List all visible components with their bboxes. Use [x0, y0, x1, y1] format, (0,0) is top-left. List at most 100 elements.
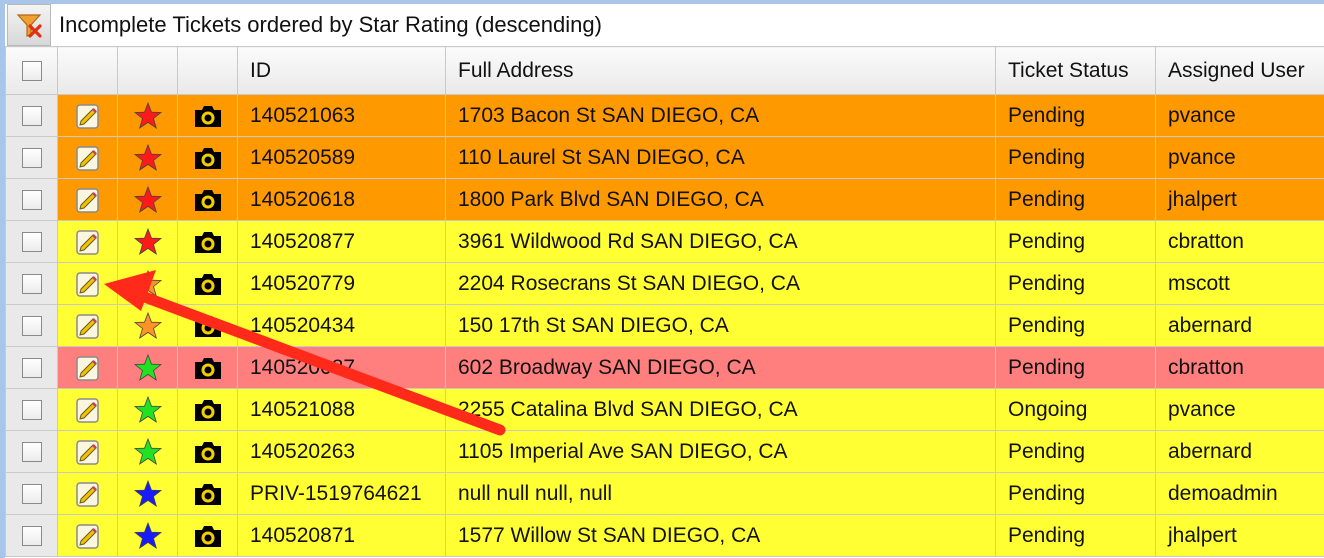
row-checkbox[interactable]: [21, 399, 42, 420]
rating-cell[interactable]: [117, 514, 178, 557]
ticket-status[interactable]: Pending: [995, 514, 1156, 557]
rating-column-header[interactable]: [117, 46, 178, 95]
table-row[interactable]: 140520871 1577 Willow St SAN DIEGO, CA Pen…: [5, 514, 1324, 557]
camera-icon[interactable]: [192, 396, 224, 424]
camera-icon[interactable]: [192, 480, 224, 508]
row-select-cell[interactable]: [5, 136, 58, 179]
photo-cell[interactable]: [177, 220, 238, 263]
table-row[interactable]: 140520087 602 Broadway SAN DIEGO, CA Pendi…: [5, 346, 1324, 389]
photo-cell[interactable]: [177, 388, 238, 431]
camera-icon[interactable]: [192, 186, 224, 214]
photo-cell[interactable]: [177, 94, 238, 137]
edit-cell[interactable]: [57, 514, 118, 557]
star-rating-icon[interactable]: [133, 185, 163, 215]
select-all-header[interactable]: [5, 46, 58, 95]
row-select-cell[interactable]: [5, 430, 58, 473]
photo-cell[interactable]: [177, 262, 238, 305]
ticket-status[interactable]: Pending: [995, 178, 1156, 221]
full-address[interactable]: 2255 Catalina Blvd SAN DIEGO, CA: [445, 388, 996, 431]
row-checkbox[interactable]: [21, 105, 42, 126]
full-address[interactable]: 110 Laurel St SAN DIEGO, CA: [445, 136, 996, 179]
assigned-user[interactable]: demoadmin: [1155, 472, 1324, 515]
row-select-cell[interactable]: [5, 304, 58, 347]
row-select-cell[interactable]: [5, 220, 58, 263]
edit-cell[interactable]: [57, 220, 118, 263]
assigned-user[interactable]: pvance: [1155, 388, 1324, 431]
ticket-status[interactable]: Pending: [995, 430, 1156, 473]
edit-note-icon[interactable]: [73, 269, 103, 299]
photo-cell[interactable]: [177, 472, 238, 515]
star-rating-icon[interactable]: [133, 143, 163, 173]
star-rating-icon[interactable]: [133, 101, 163, 131]
row-select-cell[interactable]: [5, 346, 58, 389]
photo-cell[interactable]: [177, 136, 238, 179]
full-address[interactable]: 1105 Imperial Ave SAN DIEGO, CA: [445, 430, 996, 473]
row-checkbox[interactable]: [21, 189, 42, 210]
camera-icon[interactable]: [192, 312, 224, 340]
row-checkbox[interactable]: [21, 483, 42, 504]
full-address[interactable]: null null null, null: [445, 472, 996, 515]
camera-icon[interactable]: [192, 144, 224, 172]
ticket-id[interactable]: PRIV-1519764621: [237, 472, 446, 515]
rating-cell[interactable]: [117, 388, 178, 431]
full-address[interactable]: 602 Broadway SAN DIEGO, CA: [445, 346, 996, 389]
photo-cell[interactable]: [177, 178, 238, 221]
ticket-status[interactable]: Pending: [995, 262, 1156, 305]
row-checkbox[interactable]: [21, 315, 42, 336]
star-rating-icon[interactable]: [133, 437, 163, 467]
ticket-id[interactable]: 140520877: [237, 220, 446, 263]
ticket-id[interactable]: 140521088: [237, 388, 446, 431]
full-address[interactable]: 3961 Wildwood Rd SAN DIEGO, CA: [445, 220, 996, 263]
ticket-id[interactable]: 140520263: [237, 430, 446, 473]
assigned-user[interactable]: cbratton: [1155, 346, 1324, 389]
camera-icon[interactable]: [192, 438, 224, 466]
ticket-id[interactable]: 140520087: [237, 346, 446, 389]
photo-column-header[interactable]: [177, 46, 238, 95]
assigned-user[interactable]: mscott: [1155, 262, 1324, 305]
rating-cell[interactable]: [117, 430, 178, 473]
table-row[interactable]: 140520779 2204 Rosecrans St SAN DIEGO, CA…: [5, 262, 1324, 305]
assigned-user[interactable]: abernard: [1155, 430, 1324, 473]
assigned-user[interactable]: cbratton: [1155, 220, 1324, 263]
camera-icon[interactable]: [192, 102, 224, 130]
table-row[interactable]: 140521063 1703 Bacon St SAN DIEGO, CA Pend…: [5, 94, 1324, 137]
table-row[interactable]: 140520263 1105 Imperial Ave SAN DIEGO, CA…: [5, 430, 1324, 473]
rating-cell[interactable]: [117, 304, 178, 347]
row-checkbox[interactable]: [21, 441, 42, 462]
full-address[interactable]: 2204 Rosecrans St SAN DIEGO, CA: [445, 262, 996, 305]
star-rating-icon[interactable]: [133, 269, 163, 299]
ticket-id[interactable]: 140520779: [237, 262, 446, 305]
full-address[interactable]: 1800 Park Blvd SAN DIEGO, CA: [445, 178, 996, 221]
rating-cell[interactable]: [117, 220, 178, 263]
full-address[interactable]: 1577 Willow St SAN DIEGO, CA: [445, 514, 996, 557]
ticket-id[interactable]: 140520618: [237, 178, 446, 221]
column-header-user[interactable]: Assigned User: [1155, 46, 1324, 95]
table-row[interactable]: 140520434 150 17th St SAN DIEGO, CA Pendin…: [5, 304, 1324, 347]
row-checkbox[interactable]: [21, 525, 42, 546]
select-all-checkbox[interactable]: [21, 60, 42, 81]
photo-cell[interactable]: [177, 514, 238, 557]
row-checkbox[interactable]: [21, 147, 42, 168]
assigned-user[interactable]: pvance: [1155, 94, 1324, 137]
edit-note-icon[interactable]: [73, 521, 103, 551]
assigned-user[interactable]: jhalpert: [1155, 514, 1324, 557]
edit-note-icon[interactable]: [73, 227, 103, 257]
camera-icon[interactable]: [192, 228, 224, 256]
rating-cell[interactable]: [117, 472, 178, 515]
table-row[interactable]: 140520589 110 Laurel St SAN DIEGO, CA Pend…: [5, 136, 1324, 179]
photo-cell[interactable]: [177, 304, 238, 347]
star-rating-icon[interactable]: [133, 227, 163, 257]
row-select-cell[interactable]: [5, 262, 58, 305]
edit-note-icon[interactable]: [73, 143, 103, 173]
ticket-id[interactable]: 140520871: [237, 514, 446, 557]
ticket-id[interactable]: 140520589: [237, 136, 446, 179]
clear-filter-button[interactable]: [7, 4, 51, 46]
ticket-status[interactable]: Pending: [995, 472, 1156, 515]
edit-note-icon[interactable]: [73, 101, 103, 131]
ticket-status[interactable]: Pending: [995, 220, 1156, 263]
ticket-status[interactable]: Pending: [995, 94, 1156, 137]
rating-cell[interactable]: [117, 94, 178, 137]
column-header-status[interactable]: Ticket Status: [995, 46, 1156, 95]
star-rating-icon[interactable]: [133, 521, 163, 551]
edit-cell[interactable]: [57, 94, 118, 137]
